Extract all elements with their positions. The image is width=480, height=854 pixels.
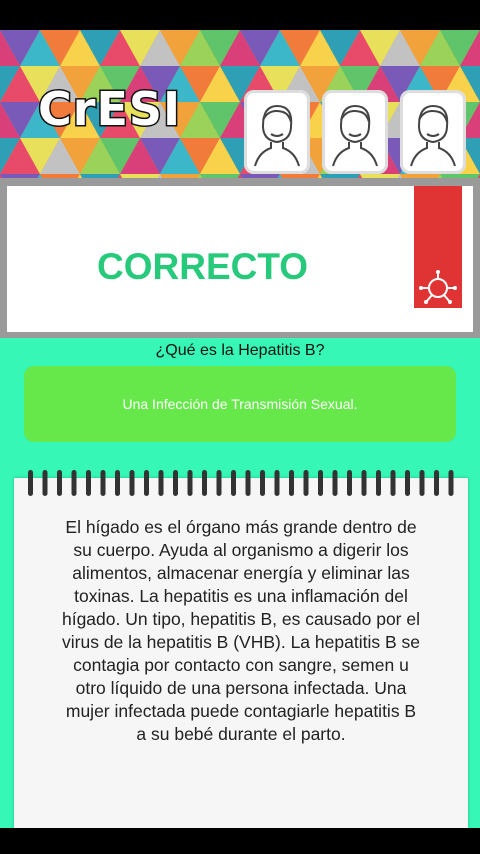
result-text: CORRECTO [97,246,309,287]
quiz-area: ¿Qué es la Hepatitis B? Una Infección de… [0,338,480,828]
header-banner: CrESI [0,30,480,178]
result-box: CORRECTO [7,186,473,332]
answer-label: Una Infección de Transmisión Sexual. [122,396,358,412]
answer-button[interactable]: Una Infección de Transmisión Sexual. [24,366,456,442]
app-logo: CrESI [36,81,182,138]
question-text: ¿Qué es la Hepatitis B? [155,342,325,359]
status-bar [0,0,480,30]
person-icon [332,104,378,167]
person-icon [254,104,300,167]
person-icon [410,104,456,167]
result-panel: CORRECTO [0,178,480,338]
spiral-binding [28,470,454,496]
avatar-3 [400,90,466,174]
virus-tab[interactable] [414,186,462,308]
virus-icon [419,270,457,304]
avatar-1 [244,90,310,174]
avatar-2 [322,90,388,174]
bottom-bar [0,828,480,854]
explanation-text: El hígado es el órgano más grande dentro… [61,517,420,744]
